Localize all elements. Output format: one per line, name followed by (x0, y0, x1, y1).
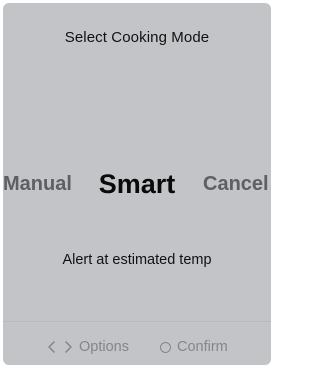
page-title: Select Cooking Mode (64, 29, 210, 46)
confirm-hint[interactable]: Confirm (160, 336, 228, 358)
cooking-mode-carousel[interactable]: Manual Smart Cancel (3, 164, 271, 204)
footer-hints: Options Confirm (3, 336, 271, 358)
chevron-right-icon (65, 341, 72, 353)
mode-option-next[interactable]: Cancel (203, 164, 269, 204)
chevron-left-icon (48, 341, 55, 353)
mode-description: Alert at estimated temp (62, 252, 212, 268)
footer-divider (3, 321, 271, 322)
options-label: Options (79, 339, 129, 355)
options-hint[interactable]: Options (47, 336, 129, 358)
confirm-label: Confirm (177, 339, 228, 355)
circle-icon (160, 341, 171, 353)
device-screen: Select Cooking Mode Manual Smart Cancel … (3, 3, 271, 365)
